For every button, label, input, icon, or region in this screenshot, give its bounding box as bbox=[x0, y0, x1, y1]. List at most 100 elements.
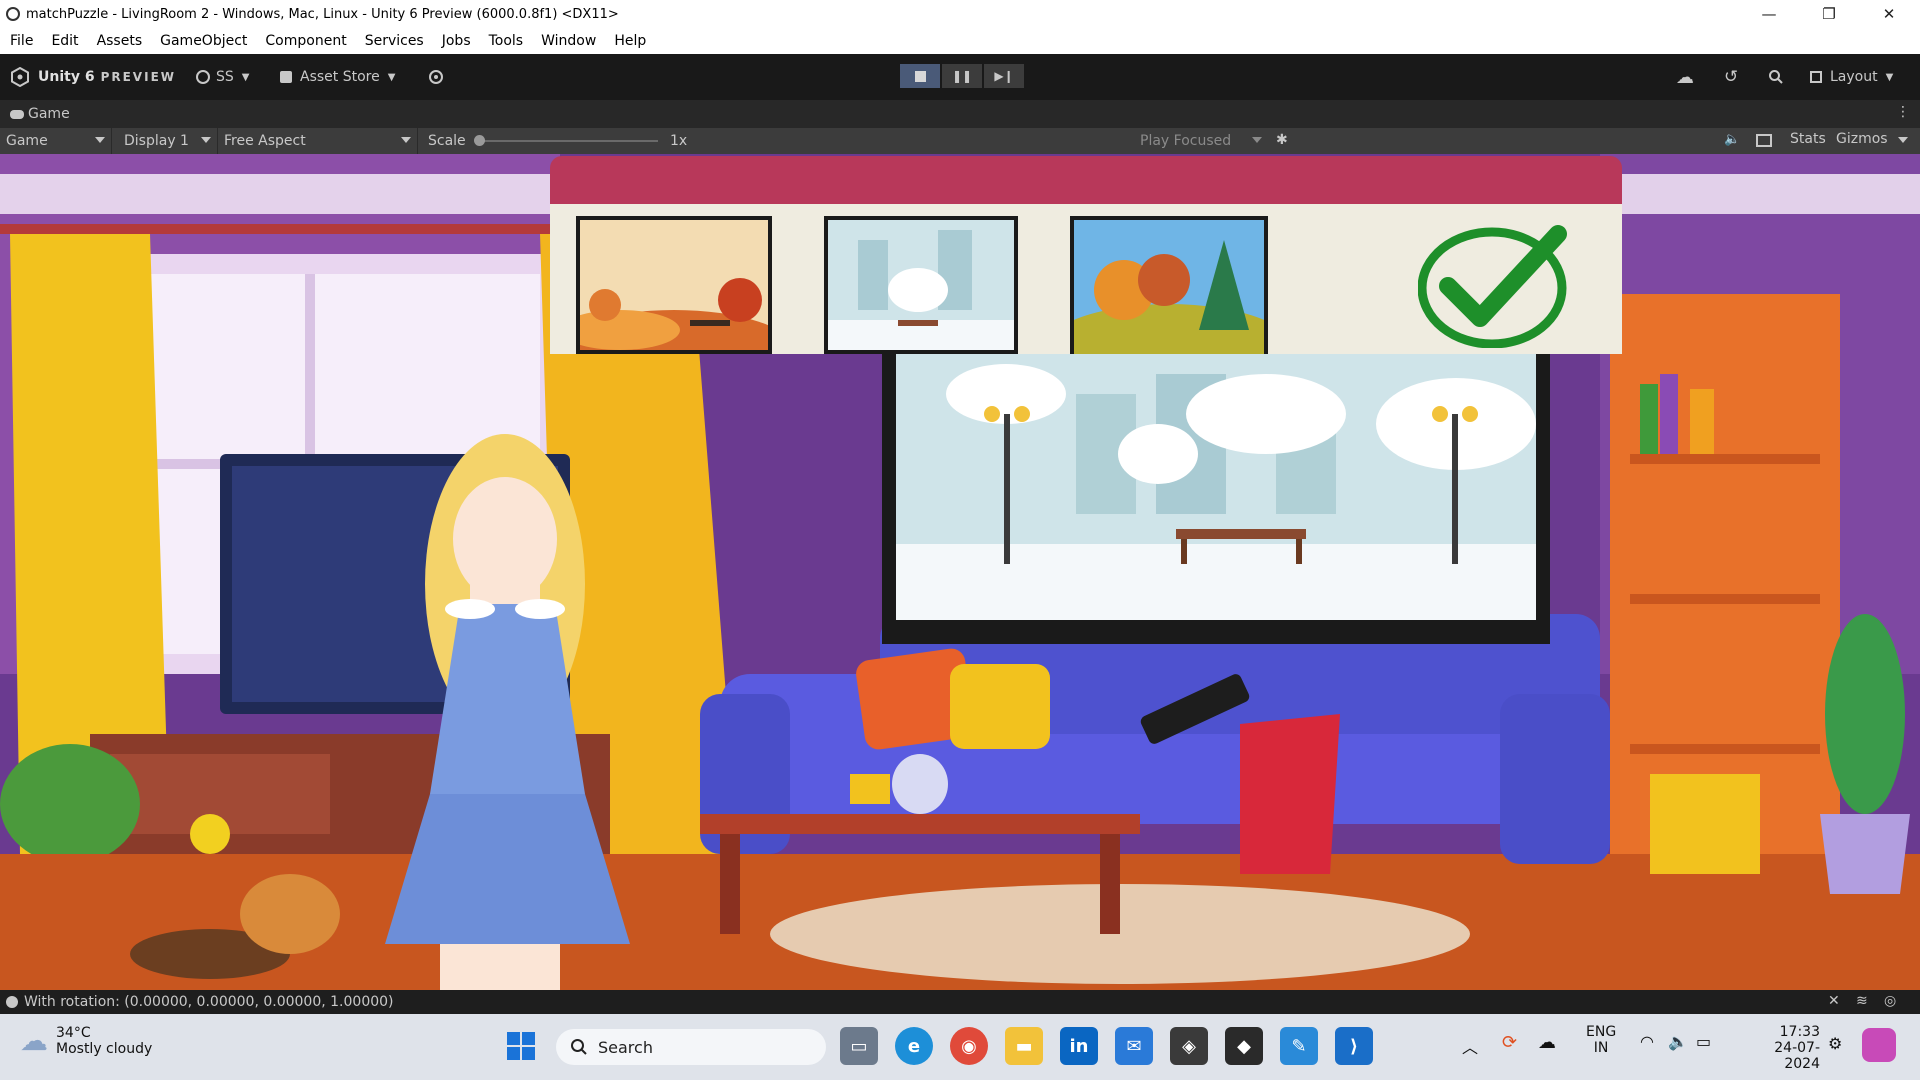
window-title: matchPuzzle - LivingRoom 2 - Windows, Ma… bbox=[26, 6, 619, 22]
vscode-icon[interactable]: ⟩ bbox=[1335, 1027, 1373, 1065]
menu-window[interactable]: Window bbox=[532, 33, 605, 49]
progress-check-icon[interactable]: ◎ bbox=[1884, 993, 1896, 1009]
show-hidden-icons-chevron[interactable]: ︿ bbox=[1462, 1034, 1478, 1058]
puzzle-thumbnail-forest[interactable] bbox=[1070, 216, 1268, 358]
layout-icon bbox=[1810, 71, 1822, 83]
unity-app-icon bbox=[6, 7, 20, 21]
notification-mute-icon[interactable]: ✕ bbox=[1828, 993, 1840, 1009]
game-view bbox=[0, 154, 1920, 990]
unity-version-label: Unity 6 bbox=[38, 69, 95, 85]
start-button[interactable] bbox=[502, 1027, 540, 1065]
notification-bell-icon[interactable]: ⚙ bbox=[1828, 1034, 1842, 1053]
paint-app-icon[interactable]: ✎ bbox=[1280, 1027, 1318, 1065]
debug-bug-icon[interactable]: ✱ bbox=[1276, 132, 1288, 148]
menu-jobs[interactable]: Jobs bbox=[433, 33, 480, 49]
edge-browser-icon[interactable]: e bbox=[895, 1027, 933, 1065]
display-dropdown[interactable]: Display 1 bbox=[118, 128, 218, 154]
stop-icon bbox=[914, 70, 926, 82]
weather-widget[interactable]: ☁ 34°C Mostly cloudy bbox=[20, 1024, 152, 1057]
unity-hub-icon[interactable]: ◈ bbox=[1170, 1027, 1208, 1065]
task-view-icon[interactable]: ▭ bbox=[840, 1027, 878, 1065]
version-control-button[interactable] bbox=[428, 54, 444, 100]
pause-icon: ❚❚ bbox=[951, 69, 973, 83]
file-explorer-icon[interactable]: ▬ bbox=[1005, 1027, 1043, 1065]
scale-slider-handle[interactable] bbox=[474, 135, 485, 146]
unity-logo-menu[interactable]: Unity 6 PREVIEW bbox=[10, 54, 176, 100]
chevron-down-icon bbox=[95, 137, 105, 143]
stats-button[interactable]: Stats bbox=[1790, 131, 1826, 147]
status-message[interactable]: With rotation: (0.00000, 0.00000, 0.0000… bbox=[24, 994, 394, 1010]
clock-date: 24-07-2024 bbox=[1774, 1040, 1820, 1072]
menu-services[interactable]: Services bbox=[356, 33, 433, 49]
layout-dropdown[interactable]: Layout ▼ bbox=[1810, 54, 1893, 100]
menu-gameobject[interactable]: GameObject bbox=[151, 33, 256, 49]
status-bar: With rotation: (0.00000, 0.00000, 0.0000… bbox=[0, 990, 1920, 1014]
wifi-icon[interactable]: ◠ bbox=[1640, 1032, 1654, 1051]
search-icon bbox=[571, 1039, 587, 1055]
shopping-bag-icon bbox=[280, 71, 292, 83]
pause-button[interactable]: ❚❚ bbox=[942, 64, 982, 88]
linkedin-icon[interactable]: in bbox=[1060, 1027, 1098, 1065]
maximize-button[interactable]: ❐ bbox=[1800, 0, 1858, 28]
region-code: IN bbox=[1593, 1040, 1609, 1056]
puzzle-thumbnail-winter[interactable] bbox=[824, 216, 1018, 354]
chevron-down-icon: ▼ bbox=[1885, 71, 1894, 83]
chrome-browser-icon[interactable]: ◉ bbox=[950, 1027, 988, 1065]
more-options-icon[interactable]: ⋮ bbox=[1896, 104, 1910, 120]
menu-file[interactable]: File bbox=[0, 33, 42, 49]
unity-logo-icon bbox=[11, 67, 29, 87]
taskbar-search-box[interactable]: Search bbox=[556, 1029, 826, 1065]
unity-editor-icon[interactable]: ◆ bbox=[1225, 1027, 1263, 1065]
language-code: ENG bbox=[1586, 1024, 1617, 1040]
close-button[interactable]: ✕ bbox=[1860, 0, 1918, 28]
gamepad-icon bbox=[10, 109, 24, 119]
sync-icon[interactable]: ⟳ bbox=[1502, 1032, 1517, 1053]
asset-store-button[interactable]: Asset Store ▼ bbox=[280, 54, 395, 100]
weather-temperature: 34°C bbox=[56, 1024, 91, 1041]
step-button[interactable]: ▶❙ bbox=[984, 64, 1024, 88]
aspect-dropdown[interactable]: Free Aspect bbox=[218, 128, 418, 154]
menu-help[interactable]: Help bbox=[605, 33, 655, 49]
gizmos-chevron-icon[interactable] bbox=[1898, 137, 1908, 143]
account-dropdown[interactable]: SS ▼ bbox=[196, 54, 249, 100]
step-icon: ▶❙ bbox=[994, 69, 1014, 83]
history-button[interactable]: ↺ bbox=[1724, 54, 1738, 100]
autumn-park-scene bbox=[580, 220, 768, 350]
copilot-icon[interactable] bbox=[1862, 1028, 1896, 1062]
battery-icon[interactable]: ▭ bbox=[1696, 1032, 1711, 1051]
grid-icon[interactable] bbox=[1756, 134, 1772, 147]
search-label: Search bbox=[598, 1037, 653, 1057]
play-mode-dropdown[interactable]: Play Focused bbox=[1134, 128, 1268, 154]
audio-speaker-icon[interactable]: 🔈 bbox=[1724, 132, 1740, 147]
menu-tools[interactable]: Tools bbox=[480, 33, 533, 49]
display-label: Display 1 bbox=[124, 133, 189, 149]
scale-control: Scale 1x bbox=[422, 128, 692, 154]
cache-icon[interactable]: ≋ bbox=[1856, 993, 1868, 1009]
search-button[interactable] bbox=[1768, 54, 1784, 100]
view-mode-dropdown[interactable]: Game bbox=[0, 128, 112, 154]
windows-logo-icon bbox=[507, 1032, 535, 1060]
tab-game[interactable]: Game bbox=[10, 100, 70, 128]
account-icon bbox=[196, 70, 210, 84]
view-mode-label: Game bbox=[6, 133, 48, 149]
volume-icon[interactable]: 🔈 bbox=[1668, 1032, 1688, 1051]
gizmos-button[interactable]: Gizmos bbox=[1836, 131, 1888, 147]
language-indicator[interactable]: ENG IN bbox=[1586, 1024, 1616, 1056]
tab-game-label: Game bbox=[28, 106, 70, 122]
menu-component[interactable]: Component bbox=[256, 33, 355, 49]
clock[interactable]: 17:33 24-07-2024 bbox=[1740, 1024, 1820, 1072]
windows-taskbar: ☁ 34°C Mostly cloudy Search ▭ e ◉ ▬ in ✉… bbox=[0, 1014, 1920, 1080]
minimize-button[interactable]: — bbox=[1740, 0, 1798, 28]
play-button[interactable] bbox=[900, 64, 940, 88]
wall-picture-frame[interactable] bbox=[882, 354, 1550, 644]
scale-slider-track[interactable] bbox=[478, 140, 658, 142]
menu-edit[interactable]: Edit bbox=[42, 33, 87, 49]
mail-icon[interactable]: ✉ bbox=[1115, 1027, 1153, 1065]
cloud-button[interactable]: ☁ bbox=[1676, 54, 1694, 100]
onedrive-cloud-icon[interactable]: ☁ bbox=[1538, 1032, 1556, 1053]
weather-description: Mostly cloudy bbox=[56, 1040, 153, 1057]
search-icon bbox=[1769, 70, 1783, 84]
asset-store-label: Asset Store bbox=[300, 69, 380, 85]
puzzle-thumbnail-autumn[interactable] bbox=[576, 216, 772, 354]
menu-assets[interactable]: Assets bbox=[88, 33, 152, 49]
